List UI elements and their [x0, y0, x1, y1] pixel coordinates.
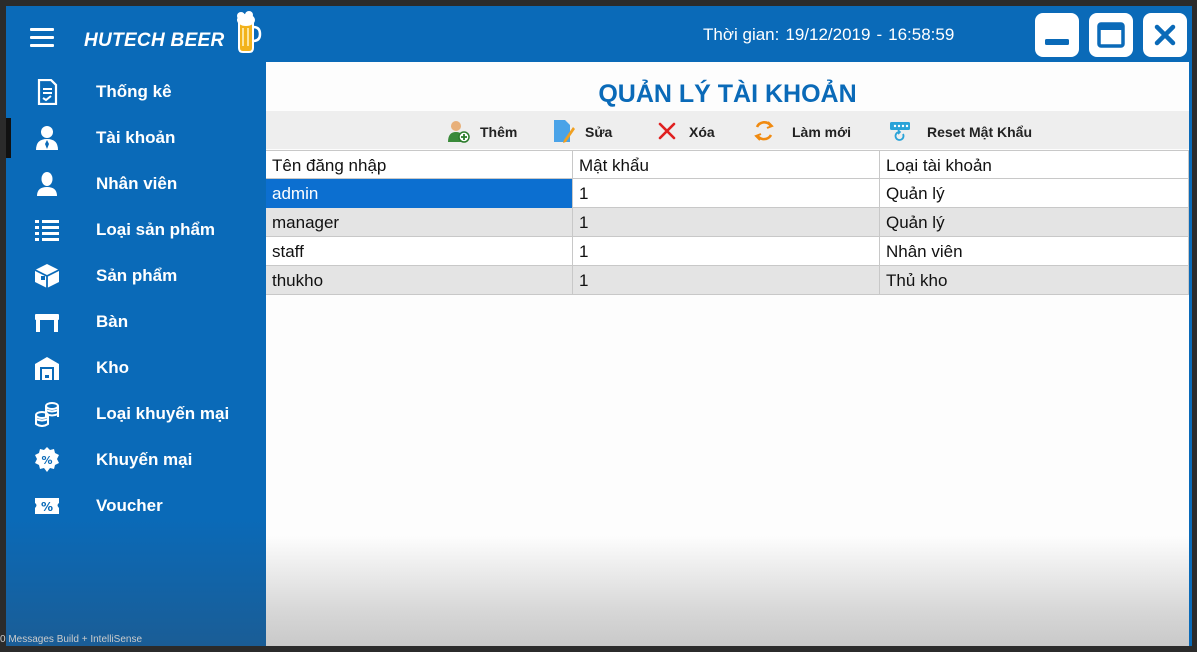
edit-icon: [554, 120, 575, 143]
sidebar-item-label: Voucher: [96, 496, 163, 515]
column-header-password[interactable]: Mật khẩu: [573, 151, 880, 180]
discount-badge-icon: %: [35, 447, 59, 472]
sidebar-item-label: Loại sản phẩm: [96, 220, 216, 239]
sidebar-item-tai-khoan[interactable]: Tài khoản: [6, 116, 266, 160]
clock-time: 16:58:59: [888, 25, 955, 44]
edit-button[interactable]: Sửa: [551, 119, 616, 143]
clock-separator: -: [876, 25, 883, 44]
table-icon: [35, 314, 59, 332]
sidebar-item-label: Kho: [96, 358, 130, 377]
close-icon: [1154, 24, 1176, 46]
sidebar-item-label: Nhân viên: [96, 174, 178, 193]
app-brand: HUTECH BEER: [84, 30, 225, 51]
product-box-icon: [34, 264, 60, 288]
main-panel: QUẢN LÝ TÀI KHOẢN Thêm Sửa Xóa Làm mới R…: [266, 62, 1189, 646]
table-cell-password[interactable]: 1: [573, 237, 880, 266]
sidebar-item-san-pham[interactable]: Sản phẩm: [6, 254, 266, 298]
sidebar-item-label: Loại khuyến mại: [96, 404, 230, 423]
table-cell-account-type[interactable]: Quản lý: [880, 208, 1189, 237]
clock-date: 19/12/2019: [785, 25, 871, 44]
menu-hamburger-icon[interactable]: [30, 28, 54, 48]
table-cell-account-type[interactable]: Nhân viên: [880, 237, 1189, 266]
sidebar-item-label: Bàn: [96, 312, 129, 331]
sidebar-item-voucher[interactable]: % Voucher: [6, 484, 266, 528]
table-row[interactable]: staff 1 Nhân viên: [266, 237, 1189, 266]
bottom-fade: [266, 536, 1189, 646]
maximize-icon: [1097, 22, 1125, 48]
table-cell-username[interactable]: admin: [266, 179, 573, 208]
table-cell-username[interactable]: thukho: [266, 266, 573, 295]
delete-icon: [658, 122, 676, 140]
column-header-account-type[interactable]: Loại tài khoản: [880, 151, 1189, 180]
table-cell-password[interactable]: 1: [573, 208, 880, 237]
employee-icon: [37, 172, 57, 196]
table-row[interactable]: manager 1 Quản lý: [266, 208, 1189, 237]
table-cell-username[interactable]: staff: [266, 237, 573, 266]
list-icon: [35, 220, 59, 241]
delete-button-label: Xóa: [689, 124, 715, 140]
refresh-button-label: Làm mới: [792, 124, 851, 140]
reset-password-button-label: Reset Mật Khẩu: [927, 124, 1033, 140]
sidebar-item-loai-khuyen-mai[interactable]: Loại khuyến mại: [6, 392, 266, 436]
sidebar-item-nhan-vien[interactable]: Nhân viên: [6, 162, 266, 206]
table-cell-password[interactable]: 1: [573, 179, 880, 208]
sidebar: Thống kê Tài khoản Nhân viên Loại sản ph…: [6, 62, 266, 646]
maximize-button[interactable]: [1089, 13, 1133, 57]
sidebar-item-kho[interactable]: Kho: [6, 346, 266, 390]
page-title: QUẢN LÝ TÀI KHOẢN: [598, 80, 857, 108]
svg-text:%: %: [41, 454, 52, 467]
voucher-icon: %: [35, 498, 59, 514]
table-cell-password[interactable]: 1: [573, 266, 880, 295]
add-button[interactable]: Thêm: [446, 119, 521, 143]
table-header-row: Tên đăng nhập Mật khẩu Loại tài khoản: [266, 150, 1189, 180]
beer-mug-icon: [237, 11, 262, 53]
delete-button[interactable]: Xóa: [655, 119, 720, 143]
coins-icon: [35, 402, 59, 427]
user-account-icon: [36, 126, 58, 150]
sidebar-item-label: Khuyến mại: [96, 450, 193, 469]
minimize-button[interactable]: [1035, 13, 1079, 57]
edit-button-label: Sửa: [585, 124, 613, 140]
toolbar: Thêm Sửa Xóa Làm mới Reset Mật Khẩu: [266, 111, 1189, 149]
table-cell-account-type[interactable]: Thủ kho: [880, 266, 1189, 295]
sidebar-item-thong-ke[interactable]: Thống kê: [6, 70, 266, 114]
clock: Thời gian: 19/12/2019-16:58:59: [703, 25, 960, 45]
table-cell-account-type[interactable]: Quản lý: [880, 179, 1189, 208]
add-user-icon: [448, 121, 470, 143]
clock-label: Thời gian:: [703, 25, 780, 44]
column-header-username[interactable]: Tên đăng nhập: [266, 151, 573, 180]
sidebar-item-ban[interactable]: Bàn: [6, 300, 266, 344]
svg-text:%: %: [41, 500, 53, 514]
title-bar: HUTECH BEER Thời gian: 19/12/2019-16:58:5…: [6, 6, 1192, 62]
sidebar-item-label: Sản phẩm: [96, 266, 178, 285]
sidebar-item-label: Tài khoản: [96, 128, 176, 147]
reset-password-button[interactable]: Reset Mật Khẩu: [889, 119, 1049, 143]
table-cell-username[interactable]: manager: [266, 208, 573, 237]
sidebar-item-loai-san-pham[interactable]: Loại sản phẩm: [6, 208, 266, 252]
table-row[interactable]: thukho 1 Thủ kho: [266, 266, 1189, 295]
refresh-button[interactable]: Làm mới: [752, 119, 852, 143]
table-row[interactable]: admin 1 Quản lý: [266, 179, 1189, 208]
close-button[interactable]: [1143, 13, 1187, 57]
minimize-icon: [1045, 39, 1069, 45]
app-window: HUTECH BEER Thời gian: 19/12/2019-16:58:5…: [6, 6, 1192, 646]
refresh-icon: [754, 121, 774, 141]
ide-status-bar: 0 Messages Build + IntelliSense: [0, 634, 143, 645]
password-reset-icon: [890, 122, 910, 141]
sidebar-item-label: Thống kê: [96, 82, 172, 101]
sidebar-item-khuyen-mai[interactable]: % Khuyến mại: [6, 438, 266, 482]
warehouse-icon: [35, 357, 59, 380]
report-icon: [37, 79, 58, 105]
add-button-label: Thêm: [480, 124, 518, 140]
